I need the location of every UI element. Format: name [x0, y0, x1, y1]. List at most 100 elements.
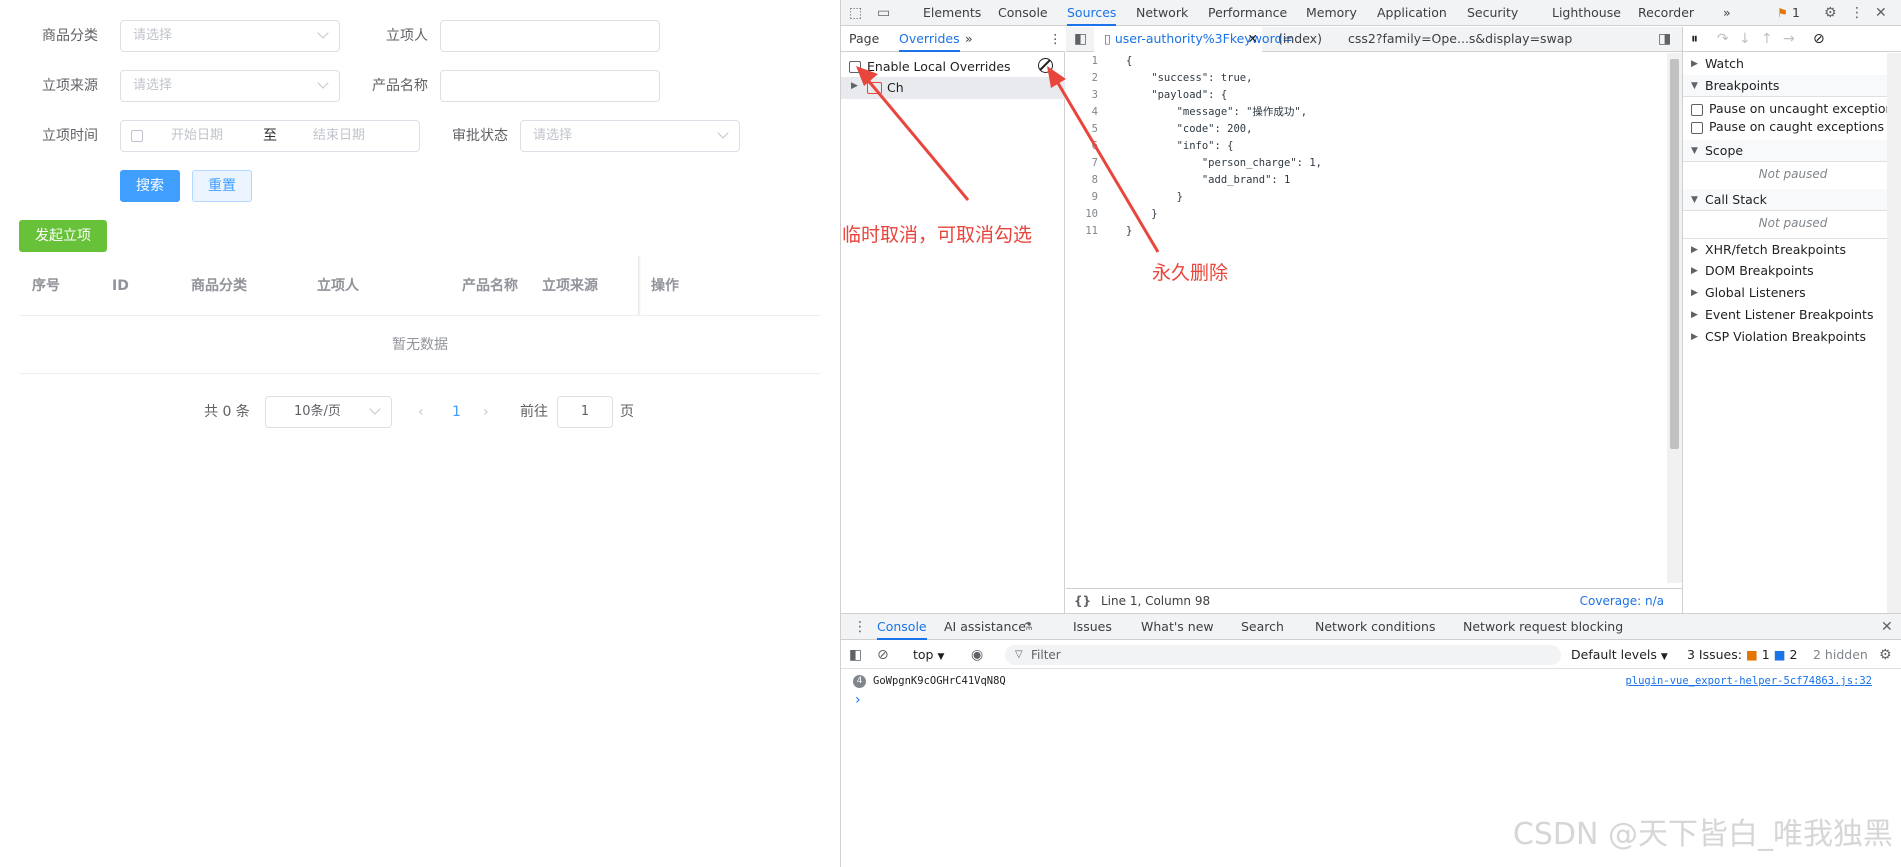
- toggle-debugger-icon[interactable]: ◨: [1658, 27, 1671, 52]
- section-event-listener-breakpoints[interactable]: ▶ Event Listener Breakpoints: [1683, 304, 1901, 326]
- step-into-icon[interactable]: ↓: [1739, 27, 1751, 52]
- section-breakpoints[interactable]: ▼ Breakpoints: [1683, 75, 1901, 97]
- inspect-element-icon[interactable]: ⬚: [849, 0, 862, 26]
- drawer-tab-network-conditions[interactable]: Network conditions: [1315, 614, 1435, 640]
- page-size-select[interactable]: 10条/页: [265, 396, 392, 428]
- step-over-icon[interactable]: ↷: [1717, 27, 1729, 52]
- editor-tabbar: ◧ ▯ user-authority%3Fkeyword= ✕ (index) …: [1066, 27, 1682, 52]
- gear-icon[interactable]: ⚙: [1824, 0, 1837, 26]
- expand-triangle-icon[interactable]: ▶: [851, 81, 858, 91]
- issues-blue-count: 2: [1789, 647, 1798, 662]
- section-dom-breakpoints[interactable]: ▶ DOM Breakpoints: [1683, 260, 1901, 282]
- code-line: "person_charge": 1,: [1126, 157, 1322, 169]
- debugger-scrollbar[interactable]: [1887, 53, 1901, 613]
- kebab-menu-icon[interactable]: ⋮: [853, 614, 867, 640]
- console-prompt[interactable]: ›: [855, 692, 861, 708]
- section-watch-label: Watch: [1705, 56, 1744, 71]
- clear-console-icon[interactable]: ⊘: [877, 641, 889, 669]
- pause-uncaught-checkbox[interactable]: [1691, 104, 1703, 116]
- pause-caught-checkbox[interactable]: [1691, 122, 1703, 134]
- code-area[interactable]: 1 2 3 4 5 6 7 8 9 10 11 { "success": tru…: [1066, 53, 1666, 583]
- issues-flag-icon[interactable]: ⚑: [1777, 0, 1788, 26]
- editor-tab-css2[interactable]: css2?family=Ope...s&display=swap: [1348, 27, 1572, 52]
- coverage-status[interactable]: Coverage: n/a: [1580, 589, 1664, 613]
- search-button[interactable]: 搜索: [120, 170, 180, 202]
- default-levels-select[interactable]: Default levels ▼: [1571, 641, 1668, 671]
- issues-badge-count[interactable]: 1: [1792, 0, 1800, 26]
- close-icon[interactable]: ✕: [1875, 0, 1887, 26]
- section-scope[interactable]: ▼ Scope: [1683, 140, 1901, 162]
- device-toolbar-icon[interactable]: ▭: [877, 0, 890, 26]
- more-tabs-button[interactable]: »: [1723, 0, 1731, 26]
- product-input[interactable]: [440, 70, 660, 102]
- gear-icon[interactable]: ⚙: [1879, 641, 1892, 669]
- tab-recorder[interactable]: Recorder: [1638, 0, 1694, 26]
- close-tab-icon[interactable]: ✕: [1248, 27, 1258, 51]
- initiator-input[interactable]: [440, 20, 660, 52]
- editor-scrollbar[interactable]: [1667, 53, 1682, 583]
- context-select[interactable]: top ▼: [913, 641, 944, 671]
- tab-performance[interactable]: Performance: [1208, 0, 1287, 26]
- drawer-tab-whats-new[interactable]: What's new: [1141, 614, 1214, 640]
- pretty-print-icon[interactable]: {}: [1074, 589, 1091, 613]
- overrides-folder-row[interactable]: ▶ Ch: [841, 77, 1065, 99]
- start-date-input[interactable]: 开始日期: [171, 121, 223, 151]
- tab-application[interactable]: Application: [1377, 0, 1447, 26]
- drawer-tab-search[interactable]: Search: [1241, 614, 1284, 640]
- console-filter-input[interactable]: ▽ Filter: [1005, 645, 1561, 665]
- editor-tab-user-authority[interactable]: ▯ user-authority%3Fkeyword= ✕: [1094, 27, 1293, 52]
- end-date-input[interactable]: 结束日期: [313, 121, 365, 151]
- col-category: 商品分类: [191, 278, 247, 294]
- category-select[interactable]: 请选择: [120, 20, 340, 52]
- page-number-current[interactable]: 1: [452, 396, 461, 428]
- goto-page-input[interactable]: 1: [557, 396, 613, 428]
- tab-elements[interactable]: Elements: [923, 0, 981, 26]
- kebab-menu-icon[interactable]: ⋮: [1049, 27, 1062, 52]
- toggle-navigator-icon[interactable]: ◧: [1074, 27, 1087, 52]
- drawer-tab-network-request-blocking[interactable]: Network request blocking: [1463, 614, 1623, 640]
- next-page-button[interactable]: ›: [483, 396, 489, 428]
- folder-icon: [867, 82, 882, 94]
- status-select[interactable]: 请选择: [520, 120, 740, 152]
- section-global-listeners[interactable]: ▶ Global Listeners: [1683, 282, 1901, 304]
- create-project-button[interactable]: 发起立项: [19, 220, 107, 252]
- code-line: }: [1126, 191, 1183, 203]
- tab-memory[interactable]: Memory: [1306, 0, 1357, 26]
- section-watch[interactable]: ▶ Watch: [1683, 53, 1901, 75]
- section-breakpoints-label: Breakpoints: [1705, 78, 1780, 93]
- pause-icon[interactable]: ⏸: [1691, 27, 1698, 52]
- issues-label: 3 Issues:: [1687, 647, 1742, 662]
- issues-summary[interactable]: 3 Issues: ■ 1 ■ 2: [1687, 641, 1797, 669]
- section-xhr-breakpoints[interactable]: ▶ XHR/fetch Breakpoints: [1683, 238, 1901, 260]
- enable-overrides-checkbox[interactable]: [849, 61, 861, 73]
- sidebar-toggle-icon[interactable]: ◧: [849, 641, 862, 669]
- reset-button[interactable]: 重置: [192, 170, 252, 202]
- tab-console[interactable]: Console: [998, 0, 1048, 26]
- source-select[interactable]: 请选择: [120, 70, 340, 102]
- drawer-tab-console[interactable]: Console: [877, 614, 927, 640]
- default-levels-label: Default levels: [1571, 647, 1657, 662]
- tab-security[interactable]: Security: [1467, 0, 1518, 26]
- section-call-stack[interactable]: ▼ Call Stack: [1683, 189, 1901, 211]
- editor-scroll-thumb[interactable]: [1670, 59, 1679, 449]
- tab-sources[interactable]: Sources: [1067, 0, 1117, 26]
- tab-lighthouse[interactable]: Lighthouse: [1552, 0, 1621, 26]
- drawer-tab-ai-assistance[interactable]: AI assistance: [944, 614, 1026, 640]
- drawer-tab-issues[interactable]: Issues: [1073, 614, 1112, 640]
- editor-tab-index[interactable]: (index): [1278, 27, 1322, 52]
- kebab-menu-icon[interactable]: ⋮: [1850, 0, 1864, 26]
- step-out-icon[interactable]: ↑: [1761, 27, 1773, 52]
- subtab-page[interactable]: Page: [849, 27, 879, 52]
- subtab-overrides[interactable]: Overrides: [899, 27, 960, 52]
- more-subtabs-icon[interactable]: »: [965, 27, 973, 52]
- tab-network[interactable]: Network: [1136, 0, 1188, 26]
- clear-overrides-icon[interactable]: [1038, 58, 1053, 73]
- step-icon[interactable]: →: [1783, 27, 1795, 52]
- section-csp-breakpoints[interactable]: ▶ CSP Violation Breakpoints: [1683, 326, 1901, 348]
- date-range-picker[interactable]: 开始日期 至 结束日期: [120, 120, 420, 152]
- deactivate-breakpoints-icon[interactable]: ⊘: [1813, 27, 1825, 52]
- close-drawer-icon[interactable]: ✕: [1881, 614, 1893, 640]
- log-source-link[interactable]: plugin-vue_export-helper-5cf74863.js:32: [1625, 670, 1872, 692]
- prev-page-button[interactable]: ‹: [418, 396, 424, 428]
- eye-icon[interactable]: ◉: [971, 641, 983, 669]
